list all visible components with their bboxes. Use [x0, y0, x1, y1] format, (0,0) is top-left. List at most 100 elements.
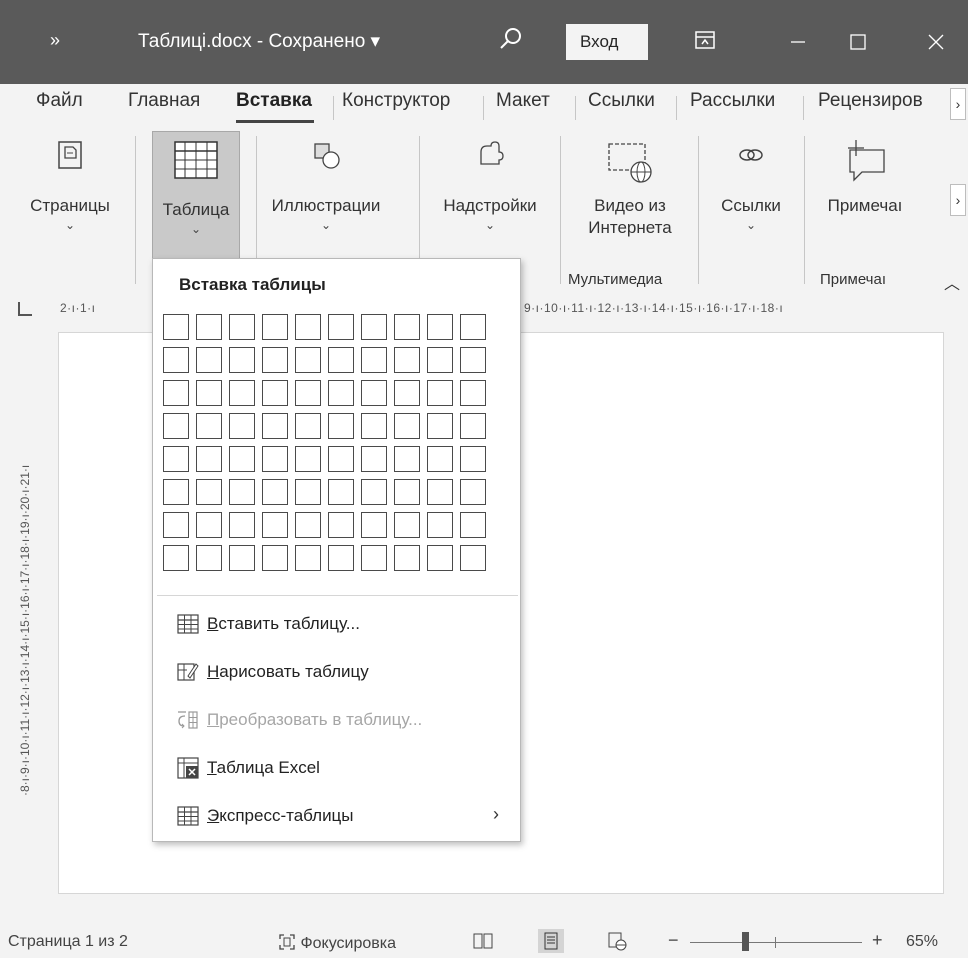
comment-button[interactable]: Примечаı [814, 134, 916, 260]
table-grid-cell[interactable] [229, 512, 255, 538]
table-grid-cell[interactable] [163, 380, 189, 406]
table-grid-cell[interactable] [394, 545, 420, 571]
tab-insert[interactable]: Вставка [236, 90, 312, 112]
table-grid-cell[interactable] [262, 413, 288, 439]
table-grid-cell[interactable] [295, 545, 321, 571]
zoom-slider-track[interactable] [690, 942, 862, 943]
table-grid-cell[interactable] [361, 512, 387, 538]
table-button[interactable]: Таблица ⌄ [152, 131, 240, 259]
search-icon[interactable] [498, 26, 524, 52]
excel-table-menu-item[interactable]: Таблица Excel [153, 745, 520, 791]
table-grid-cell[interactable] [196, 380, 222, 406]
print-layout-icon[interactable] [538, 929, 564, 953]
table-grid-cell[interactable] [328, 347, 354, 373]
table-grid-cell[interactable] [427, 512, 453, 538]
table-grid-cell[interactable] [295, 347, 321, 373]
table-grid-cell[interactable] [229, 347, 255, 373]
zoom-in-button[interactable]: + [872, 930, 883, 951]
close-button[interactable] [916, 22, 956, 62]
table-grid-cell[interactable] [361, 479, 387, 505]
table-grid-cell[interactable] [427, 446, 453, 472]
table-grid-cell[interactable] [295, 314, 321, 340]
table-grid-cell[interactable] [460, 314, 486, 340]
tab-selector[interactable] [18, 302, 32, 316]
table-grid-cell[interactable] [460, 512, 486, 538]
web-layout-icon[interactable] [604, 929, 630, 953]
pages-button[interactable]: Страницы ⌄ [14, 134, 126, 260]
table-grid-cell[interactable] [163, 413, 189, 439]
table-grid-cell[interactable] [229, 380, 255, 406]
table-grid-cell[interactable] [163, 545, 189, 571]
minimize-button[interactable] [778, 22, 818, 62]
table-grid-cell[interactable] [460, 479, 486, 505]
table-grid-cell[interactable] [262, 314, 288, 340]
table-grid-cell[interactable] [295, 380, 321, 406]
table-grid-cell[interactable] [262, 512, 288, 538]
sign-in-button[interactable]: Вход [566, 24, 648, 60]
tab-file[interactable]: Файл [36, 90, 83, 112]
read-mode-icon[interactable] [470, 929, 496, 953]
table-grid-cell[interactable] [460, 347, 486, 373]
table-grid-cell[interactable] [427, 479, 453, 505]
table-grid-cell[interactable] [361, 347, 387, 373]
table-grid-cell[interactable] [427, 413, 453, 439]
table-grid-cell[interactable] [229, 314, 255, 340]
table-grid-cell[interactable] [427, 380, 453, 406]
document-title[interactable]: Таблиці.docx - Сохранено ▾ [138, 30, 380, 53]
zoom-out-button[interactable]: − [668, 930, 679, 951]
table-grid-cell[interactable] [196, 314, 222, 340]
table-grid-cell[interactable] [361, 314, 387, 340]
table-grid-cell[interactable] [163, 512, 189, 538]
table-grid-cell[interactable] [328, 446, 354, 472]
table-grid-cell[interactable] [328, 545, 354, 571]
maximize-button[interactable] [838, 22, 878, 62]
tab-layout[interactable]: Макет [496, 90, 550, 112]
ribbon-scroll-right-button[interactable]: › [950, 184, 966, 216]
focus-mode-button[interactable]: Фокусировка [278, 933, 396, 953]
table-grid-cell[interactable] [163, 314, 189, 340]
illustrations-button[interactable]: Иллюстрации ⌄ [262, 134, 390, 260]
table-grid-cell[interactable] [196, 479, 222, 505]
convert-to-table-menu-item[interactable]: Преобразовать в таблицу... [153, 697, 520, 743]
tab-mailings[interactable]: Рассылки [690, 90, 775, 112]
tab-references[interactable]: Ссылки [588, 90, 655, 112]
table-grid-cell[interactable] [460, 380, 486, 406]
table-grid-cell[interactable] [427, 545, 453, 571]
table-size-grid[interactable] [163, 314, 493, 574]
table-grid-cell[interactable] [427, 347, 453, 373]
table-grid-cell[interactable] [361, 545, 387, 571]
table-grid-cell[interactable] [394, 512, 420, 538]
tab-design[interactable]: Конструктор [342, 90, 450, 112]
table-grid-cell[interactable] [328, 380, 354, 406]
table-grid-cell[interactable] [460, 446, 486, 472]
table-grid-cell[interactable] [196, 347, 222, 373]
table-grid-cell[interactable] [427, 314, 453, 340]
insert-table-menu-item[interactable]: Вставить таблицу... [153, 601, 520, 647]
quick-access-more-button[interactable]: » [50, 30, 60, 51]
table-grid-cell[interactable] [196, 512, 222, 538]
table-grid-cell[interactable] [262, 545, 288, 571]
quick-tables-menu-item[interactable]: Экспресс-таблицы › [153, 793, 520, 839]
links-button[interactable]: Ссылки ⌄ [706, 134, 796, 260]
collapse-ribbon-button[interactable]: ︿ [944, 270, 960, 294]
table-grid-cell[interactable] [229, 545, 255, 571]
table-grid-cell[interactable] [460, 413, 486, 439]
page-count[interactable]: Страница 1 из 2 [8, 933, 128, 951]
table-grid-cell[interactable] [394, 479, 420, 505]
table-grid-cell[interactable] [295, 479, 321, 505]
table-grid-cell[interactable] [196, 545, 222, 571]
table-grid-cell[interactable] [163, 446, 189, 472]
table-grid-cell[interactable] [328, 512, 354, 538]
table-grid-cell[interactable] [262, 380, 288, 406]
ribbon-display-options-icon[interactable] [694, 29, 716, 51]
table-grid-cell[interactable] [328, 413, 354, 439]
table-grid-cell[interactable] [361, 413, 387, 439]
draw-table-menu-item[interactable]: Нарисовать таблицу [153, 649, 520, 695]
table-grid-cell[interactable] [295, 413, 321, 439]
tabs-scroll-right-button[interactable]: › [950, 88, 966, 120]
tab-home[interactable]: Главная [128, 90, 200, 112]
table-grid-cell[interactable] [328, 479, 354, 505]
table-grid-cell[interactable] [394, 446, 420, 472]
addins-button[interactable]: Надстройки ⌄ [428, 134, 552, 260]
table-grid-cell[interactable] [361, 446, 387, 472]
